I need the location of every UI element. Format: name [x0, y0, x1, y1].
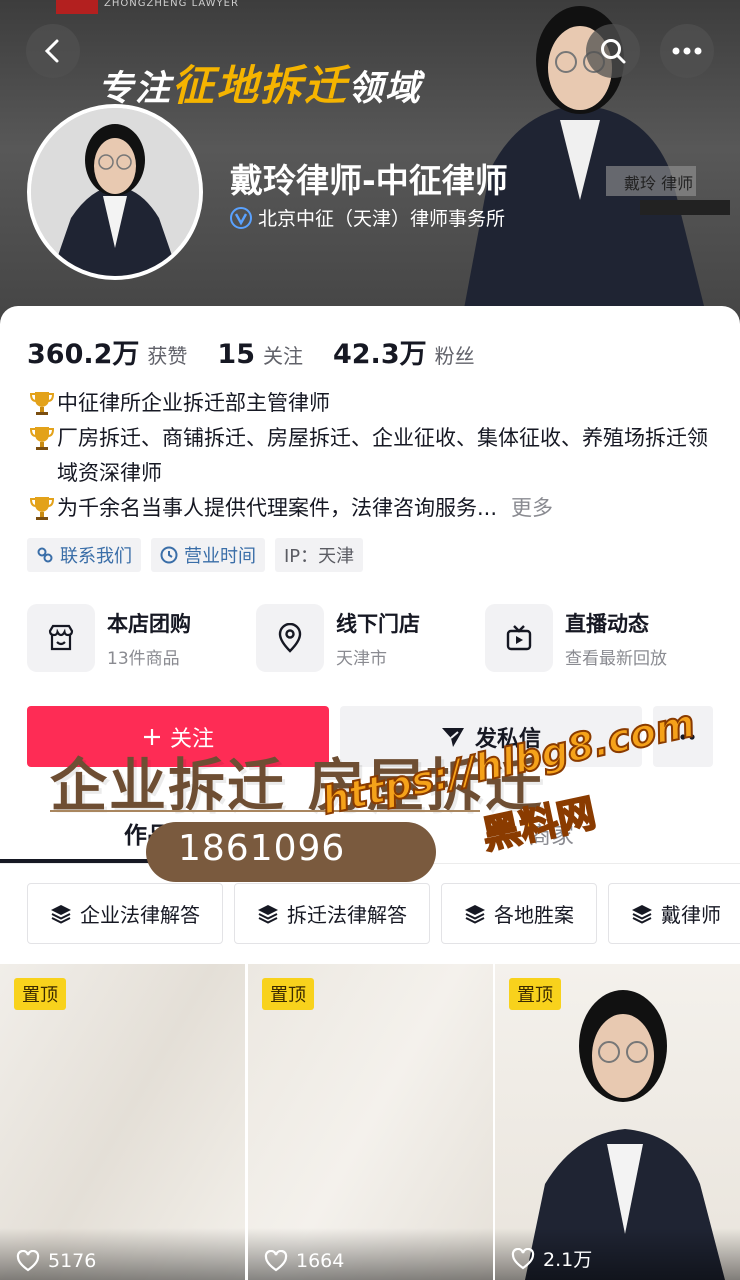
business-hours-label: 营业时间 [184, 546, 256, 567]
slogan-highlight: 征地拆迁 [172, 61, 349, 110]
group-buy-sub: 13件商品 [107, 648, 180, 669]
ip-location-label: IP：天津 [284, 546, 355, 567]
collection-chip[interactable]: 企业法律解答 [27, 883, 223, 944]
video-likes-count: 1664 [296, 1250, 345, 1272]
collections-row: 企业法律解答 拆迁法律解答 各地胜案 戴律师 [27, 883, 740, 944]
firm-logo [56, 0, 98, 14]
following-label[interactable]: 关注 [263, 340, 303, 369]
contact-us-tag[interactable]: 联系我们 [27, 538, 141, 572]
avatar[interactable] [27, 104, 203, 280]
offline-store-title: 线下门店 [336, 611, 420, 636]
search-button[interactable] [586, 24, 640, 78]
bio-line: 中征律所企业拆迁部主管律师 [27, 386, 717, 421]
likes-label: 获赞 [147, 344, 188, 368]
cover-phone: 1861096 [146, 822, 436, 882]
profile-tags: 联系我们 营业时间 IP：天津 [27, 538, 364, 572]
video-likes-count: 2.1万 [543, 1249, 593, 1271]
video-likes: 5176 [16, 1250, 96, 1272]
bio-line: 厂房拆迁、商铺拆迁、房屋拆迁、企业征收、集体征收、养殖场拆迁领域资深律师 [27, 421, 717, 491]
layers-icon [258, 904, 278, 924]
contact-us-label: 联系我们 [60, 546, 132, 567]
layers-icon [51, 904, 71, 924]
pinned-badge: 置顶 [262, 978, 314, 1010]
verified-icon [230, 206, 252, 229]
video-likes: 2.1万 [511, 1245, 592, 1272]
group-buy-entry[interactable]: 本店团购 13件商品 [27, 604, 256, 672]
back-button[interactable] [26, 24, 80, 78]
bio-line: 为千余名当事人提供代理案件，法律咨询服务... 更多 [27, 491, 717, 526]
group-buy-title: 本店团购 [107, 611, 191, 636]
pinned-badge: 置顶 [509, 978, 561, 1010]
heart-icon [511, 1247, 535, 1269]
link-icon [37, 547, 53, 563]
clock-icon [160, 546, 178, 564]
video-likes: 1664 [264, 1250, 344, 1272]
video-thumbnail[interactable]: 置顶 1664 [248, 964, 493, 1280]
more-dots-icon [672, 47, 702, 55]
video-grid: 置顶 5176 置顶 1664 置顶 2.1万 [0, 964, 740, 1280]
followers-label[interactable]: 粉丝 [435, 340, 475, 369]
profile-name: 戴玲律师-中征律师 [230, 161, 508, 200]
collection-chip[interactable]: 拆迁法律解答 [234, 883, 430, 944]
avatar-photo [31, 108, 199, 276]
layers-icon [632, 904, 652, 924]
layers-icon [465, 904, 485, 924]
bio-text: 厂房拆迁、商铺拆迁、房屋拆迁、企业征收、集体征收、养殖场拆迁领域资深律师 [57, 426, 708, 485]
tv-icon [485, 604, 553, 672]
heart-icon [16, 1250, 40, 1272]
video-thumbnail[interactable]: 置顶 5176 [0, 964, 245, 1280]
stats-row: 360.2万 获赞 15 关注 42.3万 粉丝 [27, 332, 505, 371]
verification-text: 北京中征（天津）律师事务所 [258, 208, 506, 230]
offline-store-sub: 天津市 [336, 648, 387, 669]
location-pin-icon [256, 604, 324, 672]
live-updates-entry[interactable]: 直播动态 查看最新回放 [485, 604, 714, 672]
bio[interactable]: 中征律所企业拆迁部主管律师 厂房拆迁、商铺拆迁、房屋拆迁、企业征收、集体征收、养… [27, 386, 717, 526]
chevron-left-icon [44, 39, 59, 63]
trophy-icon [29, 497, 55, 520]
heart-icon [264, 1250, 288, 1272]
search-icon [601, 39, 626, 64]
business-hours-tag[interactable]: 营业时间 [151, 538, 265, 572]
slogan-suffix: 领域 [348, 69, 423, 109]
firm-logo-text: ZHONGZHENG LAWYER [104, 0, 239, 9]
more-options-button[interactable] [660, 24, 714, 78]
ip-location-tag: IP：天津 [275, 538, 364, 572]
collection-label: 企业法律解答 [80, 903, 200, 927]
live-updates-sub: 查看最新回放 [565, 648, 667, 669]
profile-banner: ZHONGZHENG LAWYER 专注征地拆迁领域 戴玲 律师 戴玲律师-中征… [0, 0, 740, 330]
live-updates-title: 直播动态 [565, 611, 649, 636]
cover-divider [50, 810, 480, 812]
followers-count[interactable]: 42.3万 [333, 332, 427, 371]
video-thumbnail[interactable]: 置顶 2.1万 [495, 964, 740, 1280]
pinned-badge: 置顶 [14, 978, 66, 1010]
verification-badge[interactable]: 北京中征（天津）律师事务所 [230, 204, 505, 231]
trophy-icon [29, 427, 55, 450]
services-row: 本店团购 13件商品 线下门店 天津市 直播动态 查看最新回放 [27, 604, 714, 672]
collection-label: 戴律师 [661, 903, 721, 927]
collection-chip[interactable]: 各地胜案 [441, 883, 597, 944]
banner-name-tag: 戴玲 律师 [606, 166, 696, 196]
collection-label: 拆迁法律解答 [287, 903, 407, 927]
trophy-icon [29, 392, 55, 415]
collection-chip[interactable]: 戴律师 [608, 883, 740, 944]
bio-more-link[interactable]: 更多 [511, 491, 553, 526]
bio-text: 中征律所企业拆迁部主管律师 [57, 391, 330, 415]
offline-store-entry[interactable]: 线下门店 天津市 [256, 604, 485, 672]
following-count[interactable]: 15 [217, 339, 255, 370]
likes-count: 360.2万 [27, 339, 140, 370]
slogan-prefix: 专注 [98, 69, 173, 109]
banner-slogan: 专注征地拆迁领域 [98, 52, 422, 113]
store-icon [27, 604, 95, 672]
bio-text: 为千余名当事人提供代理案件，法律咨询服务... [57, 496, 498, 520]
collection-label: 各地胜案 [494, 903, 574, 927]
video-likes-count: 5176 [48, 1250, 97, 1272]
